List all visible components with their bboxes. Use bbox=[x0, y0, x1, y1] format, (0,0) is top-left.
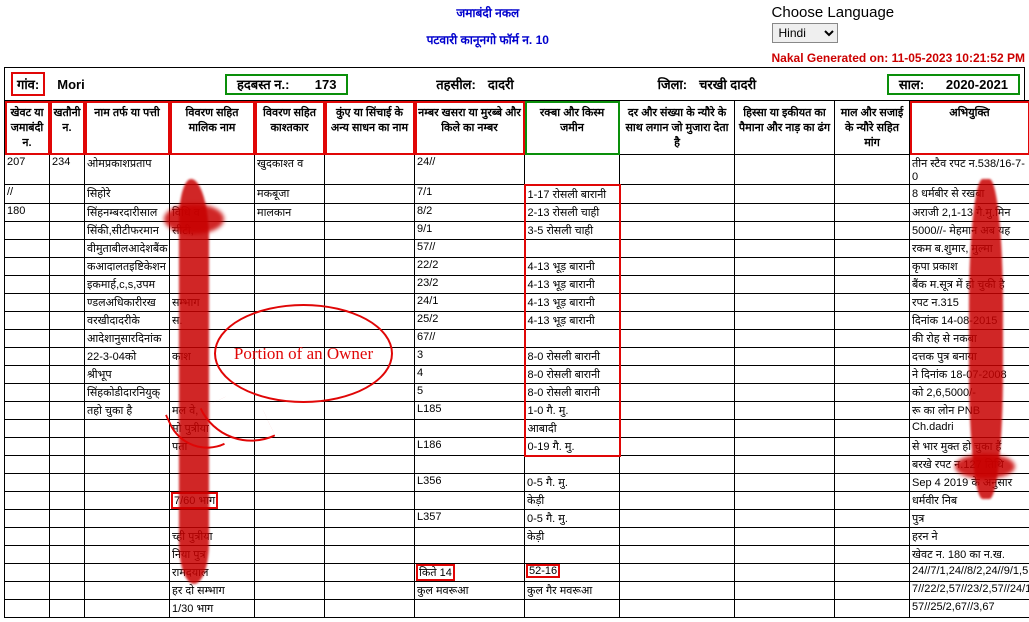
table-row: वीमुताबीलआदेशबैंक57//रकम ब.शुमार, मुल्मा bbox=[5, 239, 1029, 257]
table-row: 22-3-04कोकाश38-0 रोसली बारानीदत्तक पुत्र… bbox=[5, 347, 1029, 365]
col-khasra: नम्बर खसरा या मुरब्बे और किले का नम्बर bbox=[415, 101, 525, 155]
table-row: कआदालतइष्टिकेशन22/24-13 भूड़ बारानीकृपा … bbox=[5, 257, 1029, 275]
nakal-generated: Nakal Generated on: 11-05-2023 10:21:52 … bbox=[772, 51, 1025, 65]
table-row: श्रीभूप48-0 रोसली बारानीने दिनांक 18-07-… bbox=[5, 365, 1029, 383]
col-remarks: अभियुक्ति bbox=[910, 101, 1029, 155]
col-kashtkar: विवरण सहित काश्तकार bbox=[255, 101, 325, 155]
col-owner: विवरण सहित मालिक नाम bbox=[170, 101, 255, 155]
table-row: 1/30 भाग57//25/2,67//3,67 bbox=[5, 600, 1029, 618]
table-row: ण्डलअधिकारीरखसम्भाग24/14-13 भूड़ बारानीर… bbox=[5, 293, 1029, 311]
table-row: 180सिंहनम्बरदारीसालविधि वमालकान8/22-13 र… bbox=[5, 203, 1029, 221]
col-patti: नाम तर्फ या पत्ती bbox=[85, 101, 170, 155]
table-row: L3560-5 गै. मु.Sep 4 2019 के अनुसार bbox=[5, 474, 1029, 492]
col-khewat: खेवट या जमाबंदी न. bbox=[5, 101, 50, 155]
col-share: हिस्सा या इकीयत का पैमाना और नाड़ का ढंग bbox=[735, 101, 835, 155]
col-demand: माल और सजाई के न्यौरे सहित मांग bbox=[835, 101, 910, 155]
table-row: आदेशानुसारदिनांक67//की रोह से नकबा bbox=[5, 329, 1029, 347]
language-label: Choose Language bbox=[772, 4, 1025, 21]
table-row: हर दो सम्भागकुल मवरूआकुल गैर मवरूआ7//22/… bbox=[5, 582, 1029, 600]
table-row: निया पुत्रखेवट न. 180 का न.ख. bbox=[5, 546, 1029, 564]
table-row: मो पुत्रीयाआबादीCh.dadri bbox=[5, 419, 1029, 437]
table-row: 7/60 भागकेड़ीधर्मवीर निब bbox=[5, 492, 1029, 510]
doc-title-2: पटवारी कानूनगो फॉर्म न. 10 bbox=[204, 31, 772, 48]
doc-title-1: जमाबंदी नकल bbox=[204, 4, 772, 21]
col-khatoni: खतौनी न. bbox=[50, 101, 85, 155]
meta-row: गांव: Mori हदबस्त न.: 173 तहसील: दादरी ज… bbox=[4, 67, 1025, 100]
table-row: L3570-5 गै. मु.पुत्र bbox=[5, 510, 1029, 528]
language-select[interactable]: Hindi English bbox=[772, 23, 838, 43]
col-rent: दर और संख्या के न्यौरे के साथ लगान जो मु… bbox=[620, 101, 735, 155]
table-row: //सिहोरेमकबूजा7/11-17 रोसली बारानी8 धर्म… bbox=[5, 185, 1029, 204]
table-row: सिंहकोडीदारनियुक्58-0 रोसली बारानीको 2,6… bbox=[5, 383, 1029, 401]
table-row: वरखीदादरीकेस.25/24-13 भूड़ बारानीदिनांक … bbox=[5, 311, 1029, 329]
table-row: तहो चुका हैमल वे,L1851-0 गै. मु.रू का लो… bbox=[5, 401, 1029, 419]
table-row: बरखे रपट न.127 तिथि bbox=[5, 456, 1029, 474]
col-well: कुंए या सिंचाई के अन्य साधन का नाम bbox=[325, 101, 415, 155]
jamabandi-table: खेवट या जमाबंदी न. खतौनी न. नाम तर्फ या … bbox=[4, 100, 1029, 618]
table-row: इकमार्ह,c,s,उपम23/24-13 भूड़ बारानीबैंक … bbox=[5, 275, 1029, 293]
table-row: च्ही पुत्रीयाकेड़ीहरन ने bbox=[5, 528, 1029, 546]
table-row: सिंकी,सीटीफरमानसीटी,9/13-5 रोसली चाही500… bbox=[5, 221, 1029, 239]
table-row: पताL1860-19 गै. मु.से भार मुक्त हो चुका … bbox=[5, 437, 1029, 456]
table-row: 207234ओमप्रकाशप्रतापखुदकाश्त व24//तीन स्… bbox=[5, 155, 1029, 185]
col-rakba: रक्बा और किस्म जमीन bbox=[525, 101, 620, 155]
